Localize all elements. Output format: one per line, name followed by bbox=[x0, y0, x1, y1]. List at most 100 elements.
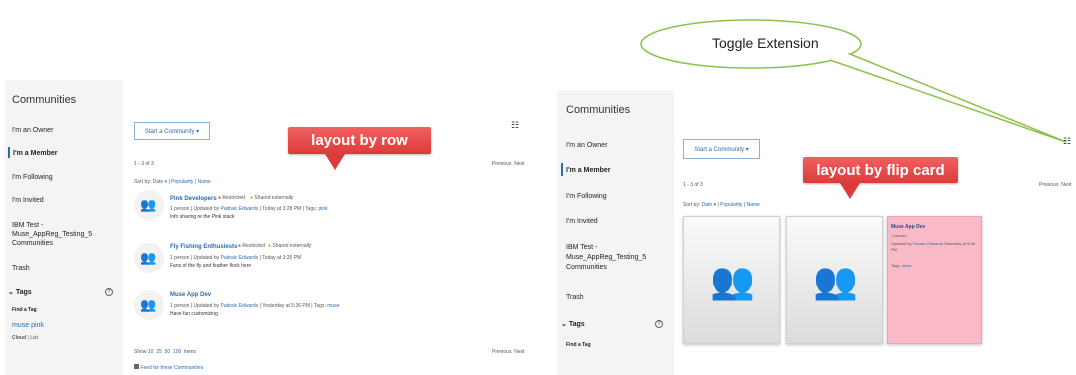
layout-by-flip-card-callout: layout by flip card bbox=[803, 157, 958, 183]
list-grid-toggle-icon[interactable]: ☷ bbox=[511, 120, 519, 131]
sort-popularity[interactable]: Popularity bbox=[720, 202, 742, 208]
left-find-tag[interactable]: Find a Tag bbox=[12, 307, 37, 313]
updated-by-link[interactable]: Padraic Edwards bbox=[913, 241, 943, 246]
restricted-badge-1: ● Restricted bbox=[218, 195, 245, 201]
sort-name[interactable]: Name bbox=[197, 179, 210, 185]
sort-date[interactable]: Date ▾ bbox=[153, 179, 167, 185]
previous-link[interactable]: Previous bbox=[1039, 182, 1058, 188]
shared-badge-1: ● Shared externally bbox=[250, 195, 294, 201]
tag-link[interactable]: muse bbox=[902, 263, 912, 268]
tag-link-pink[interactable]: pink bbox=[31, 322, 44, 329]
pager-top: Previous Next bbox=[1039, 182, 1072, 188]
rss-feed-icon bbox=[134, 364, 139, 369]
start-community-button[interactable]: Start a Community ▾ bbox=[134, 122, 210, 140]
people-group-icon: 👥 bbox=[813, 260, 858, 301]
tags-label: Tags bbox=[568, 321, 585, 328]
updated-by-link[interactable]: Padraic Edwards bbox=[221, 206, 259, 212]
community-desc-3: Have fun customizing bbox=[170, 311, 218, 317]
page-size-100[interactable]: 100 bbox=[173, 349, 181, 355]
community-title-1[interactable]: Pink Developers bbox=[170, 196, 217, 202]
layout-by-row-callout-tail bbox=[325, 154, 345, 170]
updated-by-link[interactable]: Padraic Edwards bbox=[221, 303, 259, 309]
community-meta-1: 1 person | Updated by Padraic Edwards | … bbox=[170, 206, 328, 212]
feed-link[interactable]: Feed for these Communities bbox=[134, 364, 203, 371]
community-meta-2: 1 person | Updated by Padraic Edwards | … bbox=[170, 255, 302, 261]
page-size-selector: Show 10 25 50 100 items bbox=[134, 349, 197, 355]
cloud-option[interactable]: Cloud bbox=[12, 335, 26, 341]
card-people: 1 person bbox=[891, 233, 907, 238]
tags-label: Tags bbox=[15, 289, 32, 296]
layout-by-flip-card-callout-tail bbox=[840, 183, 860, 199]
tag-link[interactable]: pink bbox=[319, 206, 328, 212]
community-desc-2: Fans of the fly and feather flock here bbox=[170, 263, 252, 269]
left-sidebar-item-ibm-test[interactable]: IBM Test - Muse_AppReg_Testing_5 Communi… bbox=[12, 221, 92, 248]
right-sidebar-item-invited[interactable]: I'm Invited bbox=[566, 218, 598, 225]
sort-prefix: Sort by: bbox=[134, 179, 152, 185]
page-size-25[interactable]: 25 bbox=[156, 349, 162, 355]
page-size-50[interactable]: 50 bbox=[165, 349, 171, 355]
list-option[interactable]: List bbox=[30, 335, 38, 341]
card-tags: Tags: muse bbox=[891, 263, 912, 268]
people-group-icon: 👥 bbox=[140, 297, 157, 312]
results-count: 1 - 3 of 3 bbox=[683, 182, 703, 188]
people-group-icon: 👥 bbox=[140, 197, 157, 212]
right-sidebar-item-trash[interactable]: Trash bbox=[566, 294, 584, 301]
sort-date[interactable]: Date ▾ bbox=[702, 202, 716, 208]
community-card-1[interactable]: 👥 bbox=[683, 216, 780, 344]
left-sidebar-item-following[interactable]: I'm Following bbox=[12, 174, 53, 181]
next-link[interactable]: Next bbox=[514, 161, 524, 167]
shared-badge-2: ● Shared externally bbox=[268, 243, 312, 249]
tag-link[interactable]: muse bbox=[327, 303, 339, 309]
left-sidebar-title: Communities bbox=[12, 94, 77, 106]
sort-prefix: Sort by: bbox=[683, 202, 701, 208]
community-card-2[interactable]: 👥 bbox=[786, 216, 883, 344]
chevron-down-icon: ⌄ bbox=[8, 289, 16, 296]
previous-link[interactable]: Previous bbox=[492, 349, 511, 355]
left-tag-cloud: muse pink bbox=[12, 322, 44, 329]
sort-bar: Sort by: Date ▾ | Popularity | Name bbox=[683, 202, 760, 208]
card-updated: Updated by Padraic Edwards Yesterday at … bbox=[891, 241, 975, 252]
right-active-indicator bbox=[561, 163, 563, 176]
right-find-tag[interactable]: Find a Tag bbox=[566, 342, 591, 348]
right-sidebar-item-owner[interactable]: I'm an Owner bbox=[566, 142, 607, 149]
card-title[interactable]: Muse App Dev bbox=[891, 224, 925, 230]
right-tags-header[interactable]: ⌄ Tags bbox=[561, 320, 585, 328]
toggle-extension-text: Toggle Extension bbox=[712, 35, 819, 51]
community-title-3[interactable]: Muse App Dev bbox=[170, 292, 211, 298]
left-sidebar-item-member[interactable]: I'm a Member bbox=[13, 150, 57, 157]
right-sidebar-item-following[interactable]: I'm Following bbox=[566, 193, 607, 200]
chevron-down-icon: ⌄ bbox=[561, 321, 569, 328]
tag-link-muse[interactable]: muse bbox=[12, 322, 29, 329]
help-icon[interactable]: ? bbox=[655, 320, 663, 328]
community-card-3-flipped[interactable]: Muse App Dev 1 person Updated by Padraic… bbox=[887, 216, 982, 344]
cloud-list-toggle: Cloud | List bbox=[12, 335, 39, 341]
pager-top: Previous Next bbox=[492, 161, 525, 167]
restricted-badge-2: ● Restricted bbox=[238, 243, 265, 249]
page-size-10[interactable]: 10 bbox=[148, 349, 154, 355]
community-meta-3: 1 person | Updated by Padraic Edwards | … bbox=[170, 303, 340, 309]
layout-by-row-callout: layout by row bbox=[288, 127, 431, 154]
right-sidebar-item-ibm-test[interactable]: IBM Test - Muse_AppReg_Testing_5 Communi… bbox=[566, 243, 646, 273]
results-count: 1 - 3 of 3 bbox=[134, 161, 154, 167]
people-group-icon: 👥 bbox=[140, 250, 157, 265]
sort-popularity[interactable]: Popularity bbox=[171, 179, 193, 185]
next-link[interactable]: Next bbox=[514, 349, 524, 355]
help-icon[interactable]: ? bbox=[105, 288, 113, 296]
community-title-2[interactable]: Fly Fishing Enthusiests bbox=[170, 244, 237, 250]
previous-link[interactable]: Previous bbox=[492, 161, 511, 167]
left-sidebar-item-owner[interactable]: I'm an Owner bbox=[12, 127, 53, 134]
updated-by-link[interactable]: Padraic Edwards bbox=[221, 255, 259, 261]
right-sidebar-title: Communities bbox=[566, 104, 631, 116]
list-grid-toggle-icon[interactable]: ☷ bbox=[1063, 136, 1071, 147]
community-desc-1: Info sharing re the Pink stack bbox=[170, 214, 235, 220]
pager-bottom: Previous Next bbox=[492, 349, 525, 355]
left-sidebar-item-invited[interactable]: I'm Invited bbox=[12, 197, 44, 204]
next-link[interactable]: Next bbox=[1061, 182, 1071, 188]
left-sidebar-item-trash[interactable]: Trash bbox=[12, 265, 30, 272]
right-sidebar bbox=[557, 90, 674, 375]
sort-name[interactable]: Name bbox=[746, 202, 759, 208]
left-tags-header[interactable]: ⌄ Tags bbox=[8, 288, 32, 296]
right-sidebar-item-member[interactable]: I'm a Member bbox=[566, 167, 610, 174]
start-community-button[interactable]: Start a Community ▾ bbox=[683, 139, 760, 159]
people-group-icon: 👥 bbox=[710, 260, 755, 301]
